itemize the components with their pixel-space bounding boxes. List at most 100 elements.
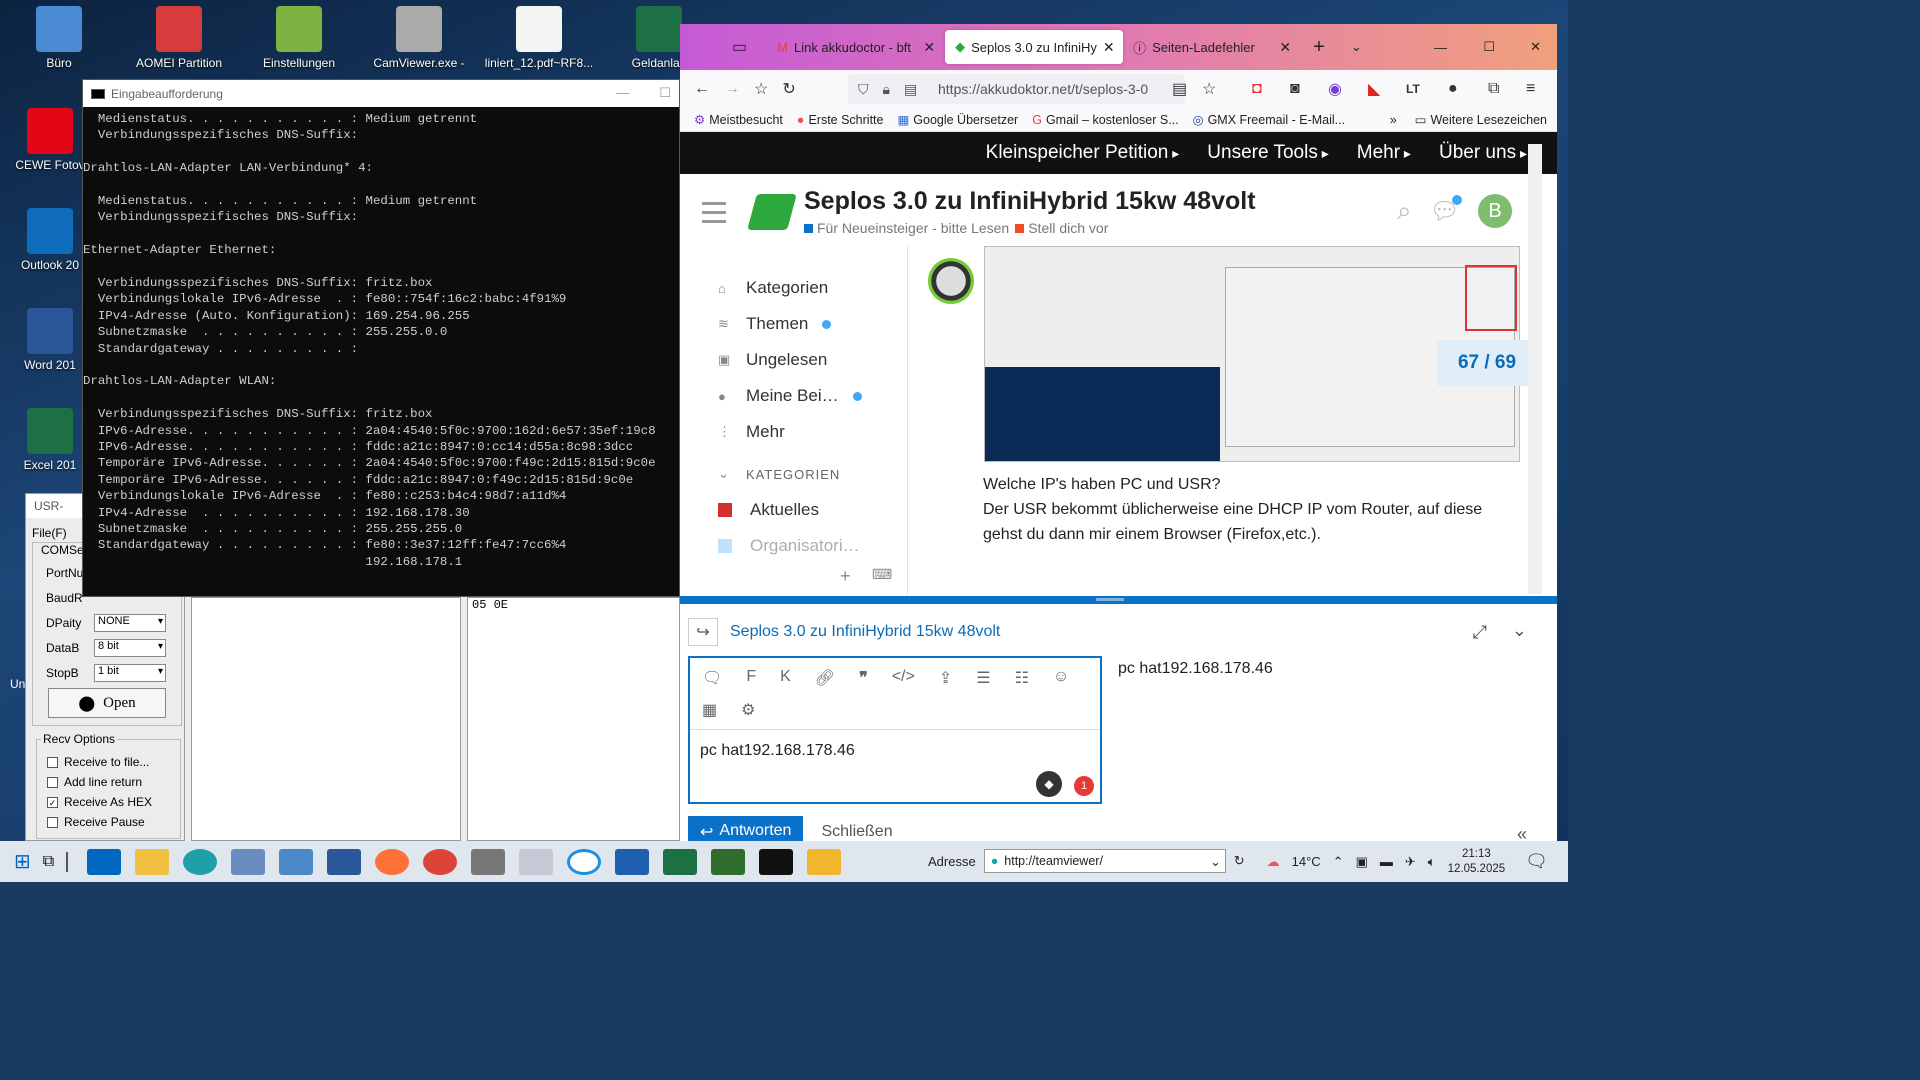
chat-icon[interactable]: 💬︎ xyxy=(1430,194,1462,226)
bookmark-star-icon[interactable]: ☆ xyxy=(1202,79,1216,99)
explorer-icon[interactable] xyxy=(135,848,170,875)
word-icon[interactable] xyxy=(327,848,362,875)
edge-icon[interactable] xyxy=(183,848,218,875)
calendar-icon[interactable]: ▦ xyxy=(702,700,717,729)
calculator-icon[interactable] xyxy=(471,848,506,875)
recv-option-checkbox[interactable]: Receive to file... xyxy=(47,754,180,770)
resize-handle[interactable] xyxy=(1096,598,1124,601)
close-icon[interactable]: ✕ xyxy=(1103,39,1115,56)
reply-button[interactable]: ↩ Antworten xyxy=(688,816,804,841)
cmd-taskbar-icon[interactable] xyxy=(759,848,794,875)
clock[interactable]: 21:13 12.05.2025 xyxy=(1448,847,1506,877)
extension-icon[interactable]: ◙ xyxy=(1290,80,1300,98)
tab-link-akkudoctor[interactable]: M Link akkudoctor - bft ✕ xyxy=(767,30,945,64)
site-nav-item[interactable]: Über uns xyxy=(1439,142,1527,164)
sidebar-item[interactable]: ⌂ Kategorien xyxy=(696,270,896,306)
blockquote-icon[interactable]: ❞ xyxy=(859,668,868,694)
languagetool-widget-icon[interactable]: ◆ xyxy=(1036,771,1062,797)
chevron-down-icon[interactable]: ⌄ xyxy=(1210,854,1220,869)
bookmark-item[interactable]: ▦ Google Übersetzer xyxy=(897,112,1018,128)
reload-icon[interactable]: ↻ xyxy=(782,79,795,99)
category-badge[interactable]: Für Neueinsteiger - bitte Lesen xyxy=(804,220,1009,236)
stopbits-select[interactable]: 1 bit xyxy=(94,664,166,682)
scrollbar[interactable] xyxy=(1528,144,1542,594)
firefox-window[interactable]: ▭ M Link akkudoctor - bft ✕ ◆ Seplos 3.0 zu… xyxy=(680,24,1557,841)
airplane-icon[interactable]: ✈ xyxy=(1405,854,1416,870)
recv-option-checkbox[interactable]: Add line return xyxy=(47,774,180,790)
checkbox-icon[interactable] xyxy=(47,756,58,768)
url-bar[interactable]: ⛉ 🔒︎ ▤ https://akkudoktor.net/t/seplos-3-0 xyxy=(848,74,1185,104)
task-view-icon[interactable]: ⧉ xyxy=(43,853,54,871)
weather-icon[interactable]: ☁ xyxy=(1267,854,1280,870)
numbered-list-icon[interactable]: ☷ xyxy=(1015,668,1029,694)
keyboard-icon[interactable]: ⌨ xyxy=(872,566,892,583)
gear-icon[interactable]: ⚙ xyxy=(741,700,755,729)
network-app-icon[interactable] xyxy=(711,848,746,875)
maximize-icon[interactable]: ☐ xyxy=(1483,39,1495,55)
editor-text[interactable]: pc hat192.168.178.46 xyxy=(690,730,1100,760)
sidebar-category[interactable]: Aktuelles xyxy=(696,492,896,528)
close-icon[interactable]: ✕ xyxy=(923,39,935,56)
usr-file-menu[interactable]: File(F) xyxy=(32,526,67,540)
bookmark-item[interactable]: ◎ GMX Freemail - E-Mail... xyxy=(1193,112,1345,128)
shield-icon[interactable]: ⛉ xyxy=(858,81,869,98)
menu-icon[interactable]: ≡ xyxy=(1526,80,1535,98)
cmd-output[interactable]: Medienstatus. . . . . . . . . . . : Medi… xyxy=(83,107,679,597)
device-icon[interactable]: ▣ xyxy=(1356,854,1368,870)
link-icon[interactable]: 🔗︎ xyxy=(815,668,835,694)
pdf-icon[interactable]: ◣ xyxy=(1368,79,1380,99)
more-bookmarks[interactable]: » ▭ Weitere Lesezeichen xyxy=(1390,112,1557,128)
tab-overview-icon[interactable]: ▭ xyxy=(732,37,747,57)
site-logo[interactable] xyxy=(747,194,797,230)
databits-select[interactable]: 8 bit xyxy=(94,639,166,657)
sidebar-section-header[interactable]: ⌄ KATEGORIEN xyxy=(696,456,896,492)
receive-area[interactable]: 05 0E xyxy=(467,597,680,841)
minimize-icon[interactable]: — xyxy=(616,85,629,101)
italic-button[interactable]: K xyxy=(780,668,791,694)
snipping-icon[interactable] xyxy=(519,848,554,875)
cmd-window[interactable]: Eingabeaufforderung — ☐ Medienstatus. . .… xyxy=(82,79,680,597)
recv-option-checkbox[interactable]: Receive Pause xyxy=(47,814,180,830)
bookmark-item[interactable]: G Gmail – kostenloser S... xyxy=(1032,113,1178,127)
pocket-save-icon[interactable]: ☆ xyxy=(754,79,768,99)
chevron-right-icon[interactable]: » xyxy=(1390,113,1397,127)
code-icon[interactable]: </> xyxy=(892,668,915,694)
languagetool-icon[interactable]: LT xyxy=(1406,82,1420,96)
maximize-icon[interactable]: ☐ xyxy=(659,85,671,101)
excel-icon[interactable] xyxy=(663,848,698,875)
desktop-icon[interactable]: liniert_12.pdf~RF8... xyxy=(484,6,594,70)
fullscreen-icon[interactable]: ⤢ xyxy=(1473,622,1487,643)
chrome-icon[interactable] xyxy=(423,848,458,875)
reply-editor[interactable]: 🗨︎ F K 🔗︎ ❞ </> ⇪ ☰ ☷ ☺ ▦ ⚙ pc hat192.16… xyxy=(688,656,1102,804)
start-icon[interactable]: ⊞ xyxy=(14,849,31,874)
sidebar-item[interactable]: ⋮ Mehr xyxy=(696,414,896,450)
open-button[interactable]: ⬤ Open xyxy=(48,688,166,718)
site-nav-item[interactable]: Unsere Tools xyxy=(1207,142,1328,164)
back-icon[interactable]: ← xyxy=(694,80,710,98)
close-window-icon[interactable]: ✕ xyxy=(1530,39,1541,55)
search-icon[interactable]: ⌕ xyxy=(1397,195,1412,227)
pocket-icon[interactable]: ◘ xyxy=(1252,80,1262,98)
emoji-icon[interactable]: ☺ xyxy=(1053,668,1069,694)
site-nav-item[interactable]: Mehr xyxy=(1357,142,1411,164)
parity-select[interactable]: NONE xyxy=(94,614,166,632)
collapse-icon[interactable]: ⌄ xyxy=(1512,620,1527,641)
desktop-icon[interactable]: Büro xyxy=(4,6,114,70)
sidebar-category[interactable]: Organisatori… xyxy=(696,528,896,564)
category-badge[interactable]: Stell dich vor xyxy=(1015,220,1108,236)
checkbox-icon[interactable]: ✓ xyxy=(47,796,58,808)
battery-icon[interactable]: ▬ xyxy=(1380,854,1393,869)
topic-title[interactable]: Seplos 3.0 zu InfiniHybrid 15kw 48volt xyxy=(804,187,1256,216)
lock-icon[interactable]: 🔒︎ xyxy=(883,81,890,98)
account-icon[interactable]: ◉ xyxy=(1328,79,1342,99)
volume-icon[interactable]: 🔈︎ xyxy=(1428,854,1436,870)
close-button[interactable]: Schließen xyxy=(821,823,892,841)
bookmark-item[interactable]: ⚙ Meistbesucht xyxy=(694,112,783,128)
reply-arrow-icon[interactable]: ↪ xyxy=(688,618,718,646)
composer-topic-link[interactable]: Seplos 3.0 zu InfiniHybrid 15kw 48volt xyxy=(730,623,1000,641)
desktop-icon[interactable]: Einstellungen xyxy=(244,6,354,70)
permissions-icon[interactable]: ▤ xyxy=(904,81,917,98)
tab-seiten-ladefehler[interactable]: ⓘ Seiten-Ladefehler ✕ xyxy=(1123,30,1301,64)
cortana-icon[interactable] xyxy=(567,848,602,875)
app-icon[interactable] xyxy=(615,848,650,875)
